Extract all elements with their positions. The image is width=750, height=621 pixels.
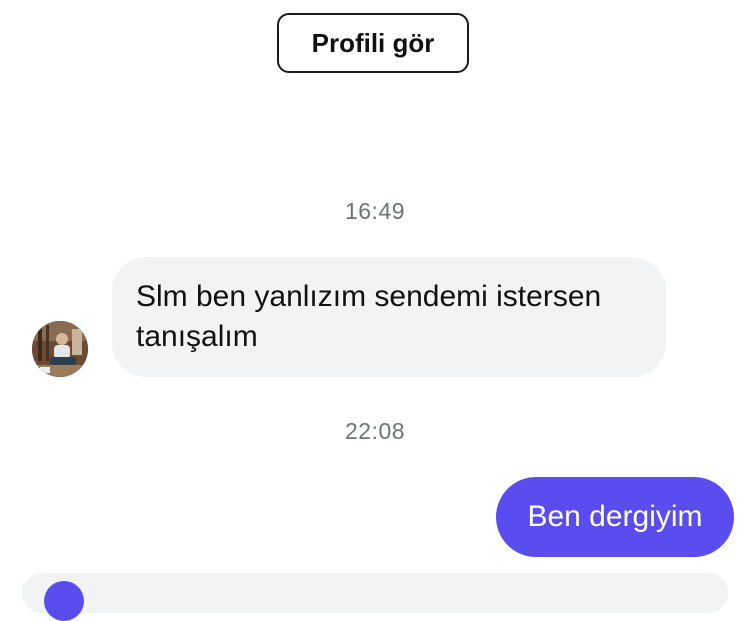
view-profile-button[interactable]: Profili gör [277, 13, 469, 73]
message-timestamp: 16:49 [344, 198, 406, 224]
message-timestamp: 22:08 [344, 418, 406, 444]
avatar-photo [32, 321, 88, 377]
incoming-message-bubble[interactable]: Slm ben yanlızım sendemi istersen tanışa… [112, 257, 666, 377]
sender-avatar[interactable] [32, 321, 88, 377]
message-composer[interactable] [22, 573, 728, 621]
composer-icon[interactable] [44, 581, 84, 621]
outgoing-message-bubble[interactable]: Ben dergiyim [496, 477, 734, 557]
